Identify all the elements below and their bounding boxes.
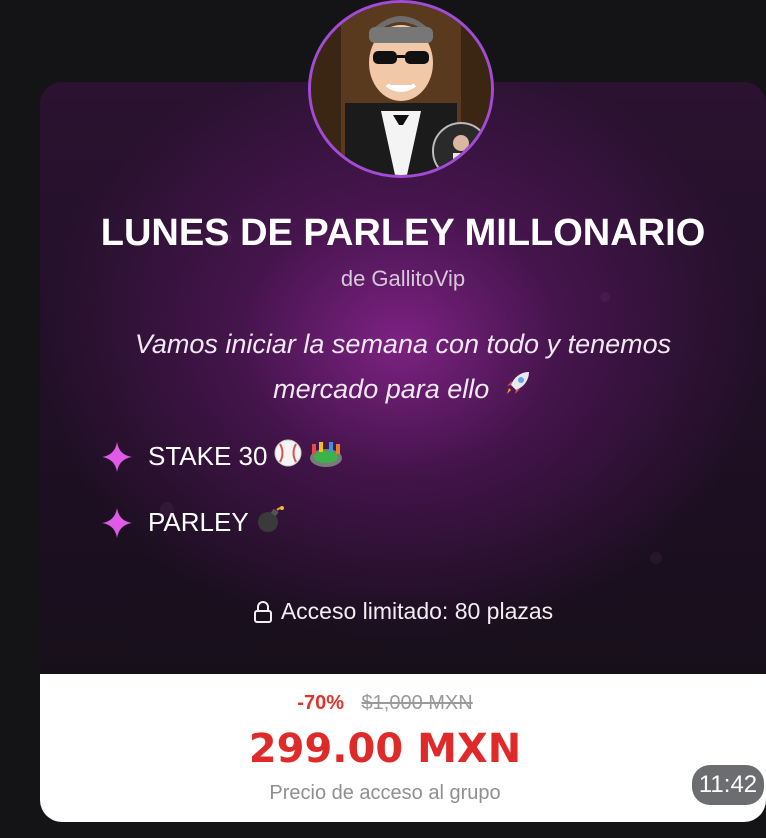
description-line: Vamos iniciar la semana con todo y tenem… [134, 329, 672, 359]
bullet-item-stake: STAKE 30 [100, 438, 343, 475]
access-limit: Acceso limitado: 80 plazas [40, 598, 766, 625]
price-panel[interactable]: -70% $1,000 MXN 299.00 MXN Precio de acc… [40, 674, 766, 822]
discount-row: -70% $1,000 MXN [40, 692, 730, 715]
sparkle-icon [102, 507, 132, 538]
bullet-label: PARLEY [148, 507, 249, 537]
sparkle-icon [102, 441, 132, 472]
group-avatar[interactable] [308, 0, 494, 178]
current-price: 299.00 MXN [248, 726, 522, 772]
access-limit-text: Acceso limitado: 80 plazas [280, 598, 554, 624]
bullet-item-parley: PARLEY [100, 504, 285, 541]
background-glow [650, 552, 662, 564]
background-glow [600, 292, 610, 302]
bullet-label: STAKE 30 [148, 441, 268, 471]
group-title: LUNES DE PARLEY MILLONARIO [100, 212, 706, 254]
description-line: mercado para ello [80, 367, 726, 412]
bomb-icon [255, 504, 285, 541]
lock-icon [253, 600, 272, 623]
rocket-icon [503, 367, 533, 412]
cartoon-avatar-icon [311, 3, 491, 175]
baseball-icon [273, 438, 303, 475]
price-note: Precio de acceso al grupo [269, 782, 501, 804]
group-description: Vamos iniciar la semana con todo y tenem… [80, 322, 726, 412]
message-timestamp: 11:42 [692, 765, 764, 805]
discount-badge: -70% [297, 692, 344, 714]
stadium-icon [309, 438, 343, 475]
group-author[interactable]: de GallitoVip [40, 266, 766, 292]
description-line-text: mercado para ello [273, 374, 490, 404]
original-price: $1,000 MXN [361, 692, 473, 714]
